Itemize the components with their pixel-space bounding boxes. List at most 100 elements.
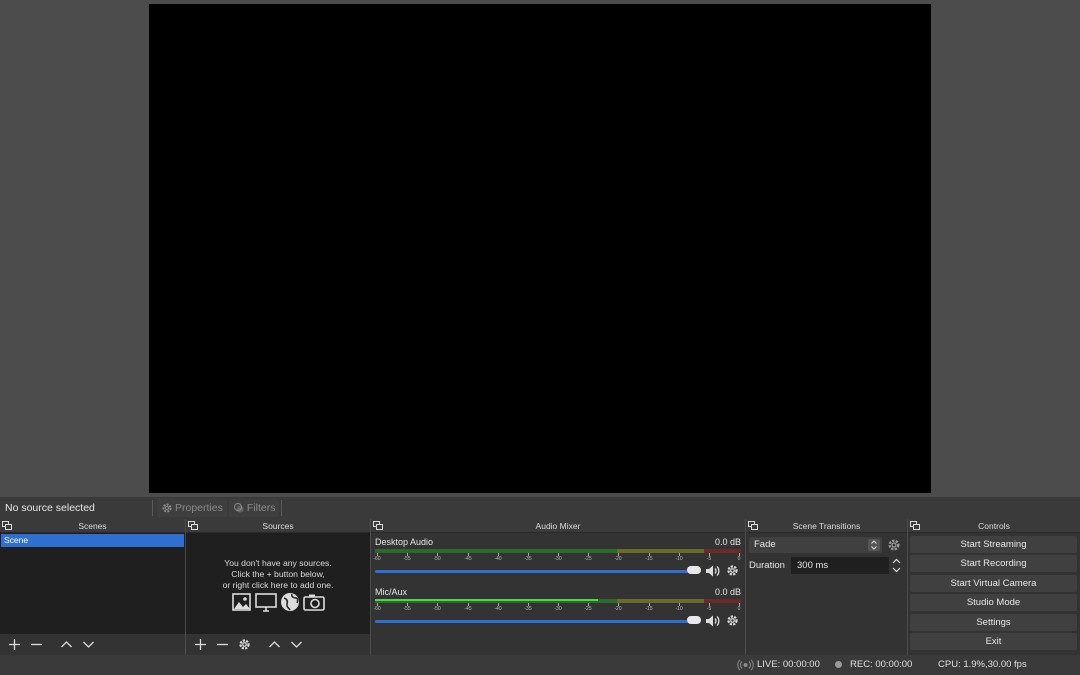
- duration-stepper-icon[interactable]: [891, 557, 902, 574]
- channel-name: Mic/Aux: [375, 587, 408, 597]
- meter-tick-label: -40: [494, 556, 502, 562]
- scene-transitions-dock: Scene Transitions Fade Duration 300 ms: [746, 519, 907, 655]
- obs-window: No source selected Properties Filters Sc…: [0, 0, 1080, 675]
- move-source-down-button[interactable]: [285, 636, 307, 654]
- gear-icon: [162, 503, 172, 513]
- float-dock-icon[interactable]: [188, 521, 198, 530]
- sources-toolbar: [186, 634, 370, 655]
- move-scene-down-button[interactable]: [77, 636, 99, 654]
- meter-tick-label: -15: [645, 556, 653, 562]
- plus-icon: [8, 639, 20, 650]
- sources-dock-header: Sources: [186, 519, 370, 533]
- cpu-fps-readout: CPU: 1.9%,30.00 fps: [938, 659, 1027, 670]
- gear-icon[interactable]: [726, 614, 739, 627]
- sources-dock: Sources You don't have any sources. Clic…: [186, 519, 370, 655]
- source-type-icons: [186, 591, 370, 613]
- studio-mode-button[interactable]: Studio Mode: [910, 594, 1077, 611]
- meter-tick-label: -60: [373, 556, 381, 562]
- mixer-channel-mic-aux: Mic/Aux 0.0 dB -60 -55 -50 -45 -40 -35 -30 -25-…: [373, 587, 741, 631]
- chevron-down-icon: [290, 641, 302, 648]
- volume-fader[interactable]: [375, 620, 701, 623]
- meter-tick-label: -35: [524, 556, 532, 562]
- remove-scene-button[interactable]: [25, 636, 47, 654]
- filters-label: Filters: [246, 502, 276, 514]
- speaker-icon[interactable]: [705, 564, 721, 578]
- scene-transitions-title: Scene Transitions: [792, 520, 861, 531]
- context-divider: [152, 500, 153, 516]
- meter-tick-label: -50: [433, 556, 441, 562]
- transition-selected-value: Fade: [754, 539, 776, 550]
- start-streaming-button[interactable]: Start Streaming: [910, 536, 1077, 553]
- context-divider: [281, 500, 283, 516]
- chevron-up-icon: [268, 641, 280, 648]
- meter-tick-label: -25: [584, 556, 592, 562]
- move-source-up-button[interactable]: [263, 636, 285, 654]
- meter-tick-label: -5: [706, 556, 712, 562]
- audio-mixer-dock-header: Audio Mixer: [371, 519, 745, 533]
- meter-tick-label: -40: [494, 606, 502, 612]
- sources-list[interactable]: You don't have any sources. Click the + …: [186, 533, 370, 634]
- meter-tick-label: -60: [373, 606, 381, 612]
- scenes-title: Scenes: [78, 520, 107, 531]
- meter-tick-label: -35: [524, 606, 532, 612]
- monitor-icon: [255, 593, 277, 612]
- source-properties-button[interactable]: [233, 636, 255, 654]
- meter-tick-label: -10: [675, 606, 683, 612]
- sources-title: Sources: [262, 520, 294, 531]
- speaker-icon[interactable]: [705, 614, 721, 628]
- float-dock-icon[interactable]: [748, 521, 758, 530]
- meter-tick-label: -20: [614, 556, 622, 562]
- empty-line-3: or right click here to add one.: [222, 580, 334, 590]
- meter-tick-label: -30: [554, 606, 562, 612]
- gear-icon[interactable]: [887, 538, 901, 552]
- scenes-list[interactable]: Scene: [0, 533, 185, 634]
- move-scene-up-button[interactable]: [55, 636, 77, 654]
- float-dock-icon[interactable]: [373, 521, 383, 530]
- start-recording-button[interactable]: Start Recording: [910, 555, 1077, 572]
- float-dock-icon[interactable]: [910, 521, 920, 530]
- minus-icon: [216, 643, 228, 646]
- empty-line-2: Click the + button below,: [231, 569, 325, 579]
- preview-canvas[interactable]: [149, 4, 931, 493]
- controls-dock-header: Controls: [908, 519, 1080, 533]
- settings-button[interactable]: Settings: [910, 614, 1077, 631]
- plus-icon: [194, 639, 206, 650]
- meter-tick-label: -15: [645, 606, 653, 612]
- duration-label: Duration: [749, 560, 785, 571]
- preview-area: [0, 0, 1080, 497]
- meter-tick-label: -25: [584, 606, 592, 612]
- meter-ticks: -60 -55 -50 -45 -40 -35 -30 -25 -20 -15 -10 -5 0: [373, 553, 741, 563]
- scene-list-item[interactable]: Scene: [1, 534, 184, 547]
- filters-button[interactable]: Filters: [228, 499, 280, 517]
- gear-icon: [238, 639, 250, 650]
- volume-fader-handle[interactable]: [687, 616, 701, 624]
- channel-name: Desktop Audio: [375, 537, 434, 547]
- add-source-button[interactable]: [189, 636, 211, 654]
- controls-dock: Controls Start Streaming Start Recording…: [908, 519, 1080, 655]
- gear-icon[interactable]: [726, 564, 739, 577]
- volume-fader-handle[interactable]: [687, 566, 701, 574]
- scenes-dock-header: Scenes: [0, 519, 185, 533]
- live-timer: LIVE: 00:00:00: [757, 659, 820, 670]
- rec-timer: REC: 00:00:00: [850, 659, 913, 670]
- meter-tick-label: -45: [464, 606, 472, 612]
- duration-field[interactable]: 300 ms: [791, 557, 889, 574]
- remove-source-button[interactable]: [211, 636, 233, 654]
- add-scene-button[interactable]: [3, 636, 25, 654]
- empty-line-1: You don't have any sources.: [224, 558, 332, 568]
- audio-mixer-dock: Audio Mixer Desktop Audio 0.0 dB -60 -55 -…: [371, 519, 745, 655]
- volume-fader[interactable]: [375, 570, 701, 573]
- start-virtual-camera-button[interactable]: Start Virtual Camera: [910, 575, 1077, 592]
- properties-button[interactable]: Properties: [157, 499, 227, 517]
- transition-select[interactable]: Fade: [749, 537, 882, 553]
- meter-tick-label: 0: [737, 606, 741, 612]
- meter-tick-label: -30: [554, 556, 562, 562]
- sources-empty-message: You don't have any sources. Click the + …: [186, 558, 370, 591]
- exit-button[interactable]: Exit: [910, 633, 1077, 650]
- minus-icon: [30, 643, 42, 646]
- float-dock-icon[interactable]: [2, 521, 12, 530]
- meter-ticks: -60 -55 -50 -45 -40 -35 -30 -25 -20 -15 -10 -5 0: [373, 603, 741, 613]
- meter-tick-label: 0: [737, 556, 741, 562]
- volume-meter-level: [375, 599, 598, 601]
- globe-icon: [281, 593, 299, 611]
